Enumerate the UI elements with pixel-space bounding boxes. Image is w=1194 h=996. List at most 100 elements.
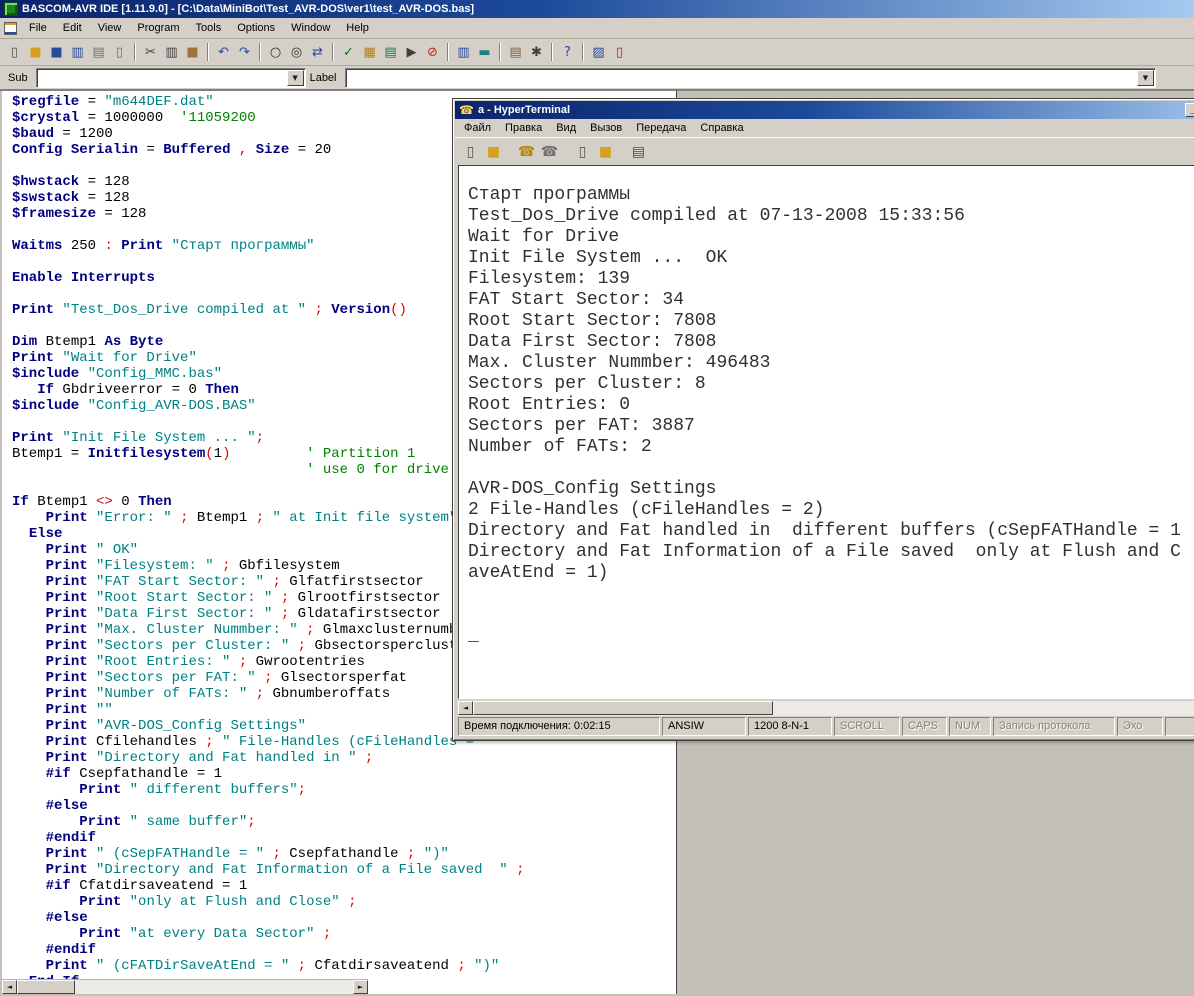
- sub-combo-dropdown-icon[interactable]: ▼: [287, 70, 304, 86]
- code-line: #endif: [12, 830, 676, 846]
- code-line: #if Csepfathandle = 1: [12, 766, 676, 782]
- code-line: Print " different buffers";: [12, 782, 676, 798]
- editor-hscrollbar[interactable]: ◄ ►: [2, 979, 368, 994]
- terminal-line: Max. Cluster Nummber: 496483: [468, 353, 1194, 374]
- paste-icon[interactable]: ■: [182, 42, 203, 63]
- options-icon[interactable]: ✱: [526, 42, 547, 63]
- show-result-icon[interactable]: ▤: [380, 42, 401, 63]
- ht-menu-call[interactable]: Вызов: [583, 120, 629, 136]
- terminal-line: Test_Dos_Drive compiled at 07-13-2008 15…: [468, 206, 1194, 227]
- menu-program[interactable]: Program: [129, 19, 187, 37]
- status-baud-settings: 1200 8-N-1: [748, 717, 832, 736]
- hyperterminal-icon: ☎: [459, 103, 474, 117]
- minimize-button[interactable]: _: [1185, 103, 1194, 117]
- status-connect-time: Время подключения: 0:02:15: [458, 717, 660, 736]
- redo-icon[interactable]: ↷: [234, 42, 255, 63]
- compile-icon[interactable]: ▦: [359, 42, 380, 63]
- hyperterminal-title-bar[interactable]: ☎ a - HyperTerminal _ □ ×: [455, 101, 1194, 119]
- menu-edit[interactable]: Edit: [55, 19, 90, 37]
- bascom-app-icon: [4, 2, 18, 16]
- ht-menu-help[interactable]: Справка: [693, 120, 750, 136]
- title-bar[interactable]: BASCOM-AVR IDE [1.11.9.0] - [C:\Data\Min…: [0, 0, 1194, 18]
- ht-receive-icon[interactable]: ■: [594, 141, 617, 163]
- terminal-emulator-icon[interactable]: ▥: [453, 42, 474, 63]
- pdf-manual-icon[interactable]: ▯: [609, 42, 630, 63]
- terminal-hscroll-track[interactable]: [773, 701, 1194, 716]
- editor-scroll-right-icon[interactable]: ►: [353, 980, 368, 994]
- hyperterminal-toolbar: ▯■☎☎▯■▤: [455, 137, 1194, 165]
- terminal-scroll-left-icon[interactable]: ◄: [458, 701, 473, 715]
- print-icon[interactable]: ▤: [88, 42, 109, 63]
- lcd-designer-icon[interactable]: ▬: [474, 42, 495, 63]
- terminal-line: aveAtEnd = 1): [468, 563, 1194, 584]
- navigator-bar: Sub ▼ Label ▼: [0, 66, 1194, 90]
- hyperterminal-status-bar: Время подключения: 0:02:15ANSIW1200 8-N-…: [455, 717, 1194, 736]
- terminal-line: Directory and Fat Information of a File …: [468, 542, 1194, 563]
- toolbar-separator: [499, 43, 501, 61]
- toolbar-separator: [207, 43, 209, 61]
- terminal-line: Wait for Drive: [468, 227, 1194, 248]
- menu-options[interactable]: Options: [229, 19, 283, 37]
- save-icon[interactable]: ■: [46, 42, 67, 63]
- menu-file[interactable]: File: [21, 19, 55, 37]
- menu-tools[interactable]: Tools: [188, 19, 230, 37]
- menu-view[interactable]: View: [90, 19, 130, 37]
- program-chip-icon[interactable]: ⊘: [422, 42, 443, 63]
- ht-hangup-icon[interactable]: ☎: [538, 141, 561, 163]
- code-line: Print "at every Data Sector" ;: [12, 926, 676, 942]
- editor-scroll-left-icon[interactable]: ◄: [2, 980, 17, 994]
- window-title: BASCOM-AVR IDE [1.11.9.0] - [C:\Data\Min…: [22, 3, 474, 15]
- find-icon[interactable]: ○: [265, 42, 286, 63]
- library-manager-icon[interactable]: ▤: [505, 42, 526, 63]
- ht-call-icon[interactable]: ☎: [515, 141, 538, 163]
- menu-window[interactable]: Window: [283, 19, 338, 37]
- label-combobox[interactable]: ▼: [345, 68, 1157, 88]
- ht-menu-file[interactable]: Файл: [457, 120, 498, 136]
- sub-combobox[interactable]: ▼: [36, 68, 306, 88]
- terminal-hscroll-thumb[interactable]: [473, 701, 773, 715]
- hyperterminal-window[interactable]: ☎ a - HyperTerminal _ □ × ФайлПравкаВидВ…: [452, 98, 1194, 741]
- terminal-line: Sectors per Cluster: 8: [468, 374, 1194, 395]
- status-num-lock: NUM: [949, 717, 991, 736]
- terminal-hscrollbar[interactable]: ◄: [458, 701, 1194, 716]
- undo-icon[interactable]: ↶: [213, 42, 234, 63]
- code-line: Print "Directory and Fat handled in " ;: [12, 750, 676, 766]
- cut-icon[interactable]: ✂: [140, 42, 161, 63]
- ht-new-icon[interactable]: ▯: [459, 141, 482, 163]
- open-file-icon[interactable]: ■: [25, 42, 46, 63]
- ht-send-icon[interactable]: ▯: [571, 141, 594, 163]
- help-contents-icon[interactable]: ?: [557, 42, 578, 63]
- bascom-avr-ide-window: BASCOM-AVR IDE [1.11.9.0] - [C:\Data\Min…: [0, 0, 1194, 996]
- editor-hscroll-track[interactable]: [75, 980, 353, 994]
- label-combo-dropdown-icon[interactable]: ▼: [1137, 70, 1154, 86]
- terminal-line: Filesystem: 139: [468, 269, 1194, 290]
- syntax-check-icon[interactable]: ✓: [338, 42, 359, 63]
- ht-properties-icon[interactable]: ▤: [627, 141, 650, 163]
- terminal-line: _: [468, 626, 1194, 647]
- menu-bar: FileEditViewProgramToolsOptionsWindowHel…: [0, 18, 1194, 39]
- label-label: Label: [310, 72, 337, 84]
- status-scroll-lock: SCROLL: [834, 717, 900, 736]
- ht-menu-view[interactable]: Вид: [549, 120, 583, 136]
- code-line: Print " same buffer";: [12, 814, 676, 830]
- replace-icon[interactable]: ⇄: [307, 42, 328, 63]
- terminal-screen[interactable]: Старт программыTest_Dos_Drive compiled a…: [458, 165, 1194, 699]
- terminal-line: [468, 458, 1194, 479]
- find-next-icon[interactable]: ◎: [286, 42, 307, 63]
- editor-hscroll-thumb[interactable]: [17, 980, 75, 994]
- code-line: Print "Directory and Fat Information of …: [12, 862, 676, 878]
- editor-document-icon[interactable]: [4, 22, 17, 35]
- save-all-icon[interactable]: ▥: [67, 42, 88, 63]
- ht-menu-edit[interactable]: Правка: [498, 120, 549, 136]
- terminal-line: Data First Sector: 7808: [468, 332, 1194, 353]
- print-preview-icon[interactable]: ▯: [109, 42, 130, 63]
- simulate-icon[interactable]: ▶: [401, 42, 422, 63]
- new-file-icon[interactable]: ▯: [4, 42, 25, 63]
- plugin-icon[interactable]: ▨: [588, 42, 609, 63]
- ht-menu-transfer[interactable]: Передача: [629, 120, 693, 136]
- code-line: #endif: [12, 942, 676, 958]
- menu-help[interactable]: Help: [338, 19, 377, 37]
- copy-icon[interactable]: ▥: [161, 42, 182, 63]
- ht-open-icon[interactable]: ■: [482, 141, 505, 163]
- code-line: #if Cfatdirsaveatend = 1: [12, 878, 676, 894]
